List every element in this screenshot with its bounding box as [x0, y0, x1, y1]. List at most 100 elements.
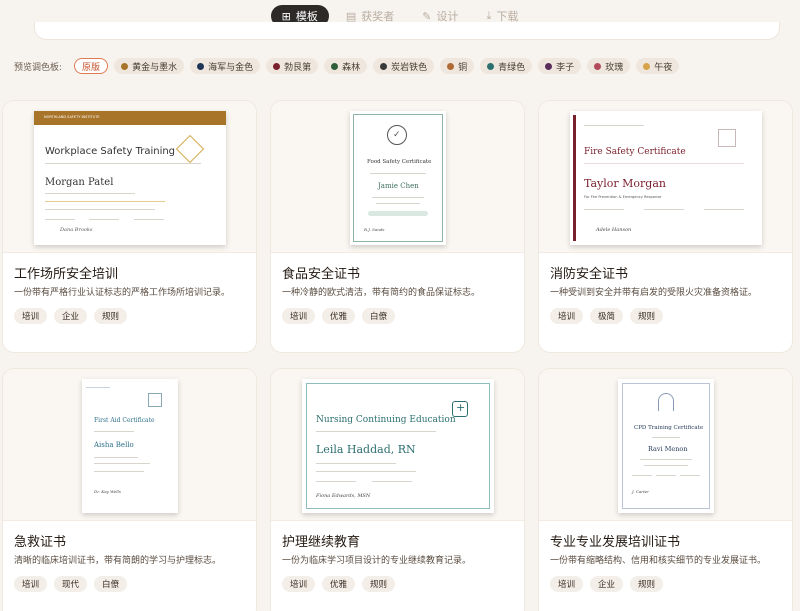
color-swatch-icon: [545, 62, 553, 70]
tag: 极简: [590, 308, 624, 324]
palette-chip-label: 铜: [458, 62, 468, 73]
card-description: 清晰的临床培训证书，带有简朗的学习与护理标志。: [14, 556, 222, 566]
palette-chip-original[interactable]: 原版: [74, 58, 109, 74]
tag-list: 培训 现代 白僚: [14, 576, 128, 592]
palette-chip-label: 海军与金色: [208, 62, 254, 73]
palette-chip-label: 李子: [556, 62, 575, 73]
card-title: 食品安全证书: [282, 267, 361, 282]
building-icon: [718, 129, 736, 147]
color-swatch-icon: [380, 62, 388, 70]
tag: 规则: [362, 576, 396, 592]
template-card[interactable]: ✓ Food Safety Certificate Jamie Chen R.J…: [270, 100, 525, 353]
certificate-thumbnail: + Nursing Continuing Education Leila Had…: [302, 379, 494, 513]
tag-list: 培训 优雅 白僚: [282, 308, 396, 324]
palette-chip[interactable]: 午夜: [636, 58, 680, 74]
pencil-icon: ✎: [422, 9, 432, 23]
color-swatch-icon: [487, 62, 495, 70]
palette-chip[interactable]: 黄金与墨水: [114, 58, 185, 74]
signature: Dana Brooks: [60, 227, 93, 233]
search-panel[interactable]: [34, 22, 780, 40]
color-swatch-icon: [273, 62, 281, 70]
tag: 白僚: [362, 308, 396, 324]
card-description: 一份带有缩略结构、信用和核实细节的专业发展证书。: [550, 556, 767, 566]
palette-chip-label: 青绿色: [498, 62, 526, 73]
tag: 企业: [590, 576, 624, 592]
card-description: 一份为临床学习项目设计的专业继续教育记录。: [282, 556, 472, 566]
accent-stripe: [573, 115, 576, 241]
palette-chip[interactable]: 海军与金色: [190, 58, 261, 74]
template-card[interactable]: First Aid Certificate Aisha Bello Dr. Ka…: [2, 368, 257, 611]
palette-chip[interactable]: 铜: [440, 58, 475, 74]
certificate-issuer: NORTHLAND SAFETY INSTITUTE: [44, 115, 100, 119]
template-card[interactable]: CPD Training Certificate Ravi Menon J. C…: [538, 368, 793, 611]
template-card[interactable]: Fire Safety Certificate Taylor Morgan Fo…: [538, 100, 793, 353]
color-swatch-icon: [447, 62, 455, 70]
tag-list: 培训 企业 规则: [14, 308, 128, 324]
certificate-heading: Food Safety Certificate: [367, 159, 432, 165]
signature: Adele Hanson: [596, 227, 632, 233]
certificate-heading: Workplace Safety Training: [45, 146, 176, 157]
palette-chip-label: 黄金与墨水: [132, 62, 178, 73]
palette-chip[interactable]: 玫瑰: [587, 58, 631, 74]
certificate-preview: CPD Training Certificate Ravi Menon J. C…: [539, 369, 792, 521]
tag: 规则: [94, 308, 128, 324]
signature: J. Carter: [632, 489, 650, 494]
certificate-preview: NORTHLAND SAFETY INSTITUTE Workplace Saf…: [3, 101, 256, 253]
template-card[interactable]: NORTHLAND SAFETY INSTITUTE Workplace Saf…: [2, 100, 257, 353]
certificate-heading: Fire Safety Certificate: [584, 147, 686, 157]
certificate-preview: ✓ Food Safety Certificate Jamie Chen R.J…: [271, 101, 524, 253]
tag-list: 培训 优雅 规则: [282, 576, 396, 592]
card-title: 工作场所安全培训: [14, 267, 119, 282]
card-title: 护理继续教育: [282, 535, 361, 550]
recipient-name: Jamie Chen: [378, 182, 419, 190]
palette-chip[interactable]: 勃艮第: [266, 58, 319, 74]
card-description: 一份带有严格行业认证标志的严格工作场所培训记录。: [14, 288, 231, 298]
tag: 优雅: [322, 576, 356, 592]
card-title: 专业专业发展培训证书: [550, 535, 681, 550]
palette-chip-label: 森林: [342, 62, 361, 73]
tag: 企业: [54, 308, 88, 324]
tag: 培训: [550, 308, 584, 324]
certificate-thumbnail: ✓ Food Safety Certificate Jamie Chen R.J…: [350, 111, 446, 245]
tag: 培训: [282, 576, 316, 592]
palette-selector: 预览调色板: 原版 黄金与墨水 海军与金色 勃艮第 森林 炭岩铁色 铜 青绿色 …: [14, 58, 680, 74]
checkmark-seal-icon: ✓: [387, 125, 407, 145]
color-swatch-icon: [121, 62, 129, 70]
template-card[interactable]: + Nursing Continuing Education Leila Had…: [270, 368, 525, 611]
certificate-thumbnail: Fire Safety Certificate Taylor Morgan Fo…: [570, 111, 762, 245]
card-title: 消防安全证书: [550, 267, 629, 282]
badge-icon: [175, 134, 205, 164]
certificate-thumbnail: First Aid Certificate Aisha Bello Dr. Ka…: [82, 379, 178, 513]
tag-list: 培训 极简 规则: [550, 308, 664, 324]
certificate-preview: First Aid Certificate Aisha Bello Dr. Ka…: [3, 369, 256, 521]
card-description: 一种受训到安全并带有启发的受限火灾准备资格证。: [550, 288, 758, 298]
recipient-name: Aisha Bello: [94, 441, 134, 449]
grid-icon: ⊞: [281, 9, 291, 23]
palette-chip[interactable]: 李子: [538, 58, 582, 74]
recipient-name: Leila Haddad, RN: [316, 443, 416, 456]
palette-chip[interactable]: 青绿色: [480, 58, 533, 74]
tag: 现代: [54, 576, 88, 592]
recipient-name: Taylor Morgan: [584, 177, 666, 190]
tag: 培训: [550, 576, 584, 592]
card-description: 一种冷静的欧式清洁，带有简约的食品保证标志。: [282, 288, 481, 298]
palette-chip[interactable]: 炭岩铁色: [373, 58, 435, 74]
palette-label: 预览调色板:: [14, 62, 63, 73]
palette-chip-label: 原版: [82, 62, 101, 73]
certificate-thumbnail: CPD Training Certificate Ravi Menon J. C…: [618, 379, 714, 513]
palette-chip-label: 勃艮第: [284, 62, 312, 73]
arch-icon: [658, 393, 674, 411]
signature: Fiona Edwards, MSN: [316, 493, 371, 499]
palette-chip[interactable]: 森林: [324, 58, 368, 74]
recipient-name: Ravi Menon: [648, 445, 688, 453]
color-swatch-icon: [594, 62, 602, 70]
certificate-thumbnail: NORTHLAND SAFETY INSTITUTE Workplace Saf…: [34, 111, 226, 245]
card-title: 急救证书: [14, 535, 67, 550]
cross-icon: [148, 393, 162, 407]
tag: 培训: [282, 308, 316, 324]
tag-list: 培训 企业 规则: [550, 576, 664, 592]
tag: 优雅: [322, 308, 356, 324]
signature: R.J. Sands: [364, 227, 385, 232]
recipient-name: Morgan Patel: [45, 177, 114, 188]
certificate-heading: First Aid Certificate: [94, 417, 155, 424]
